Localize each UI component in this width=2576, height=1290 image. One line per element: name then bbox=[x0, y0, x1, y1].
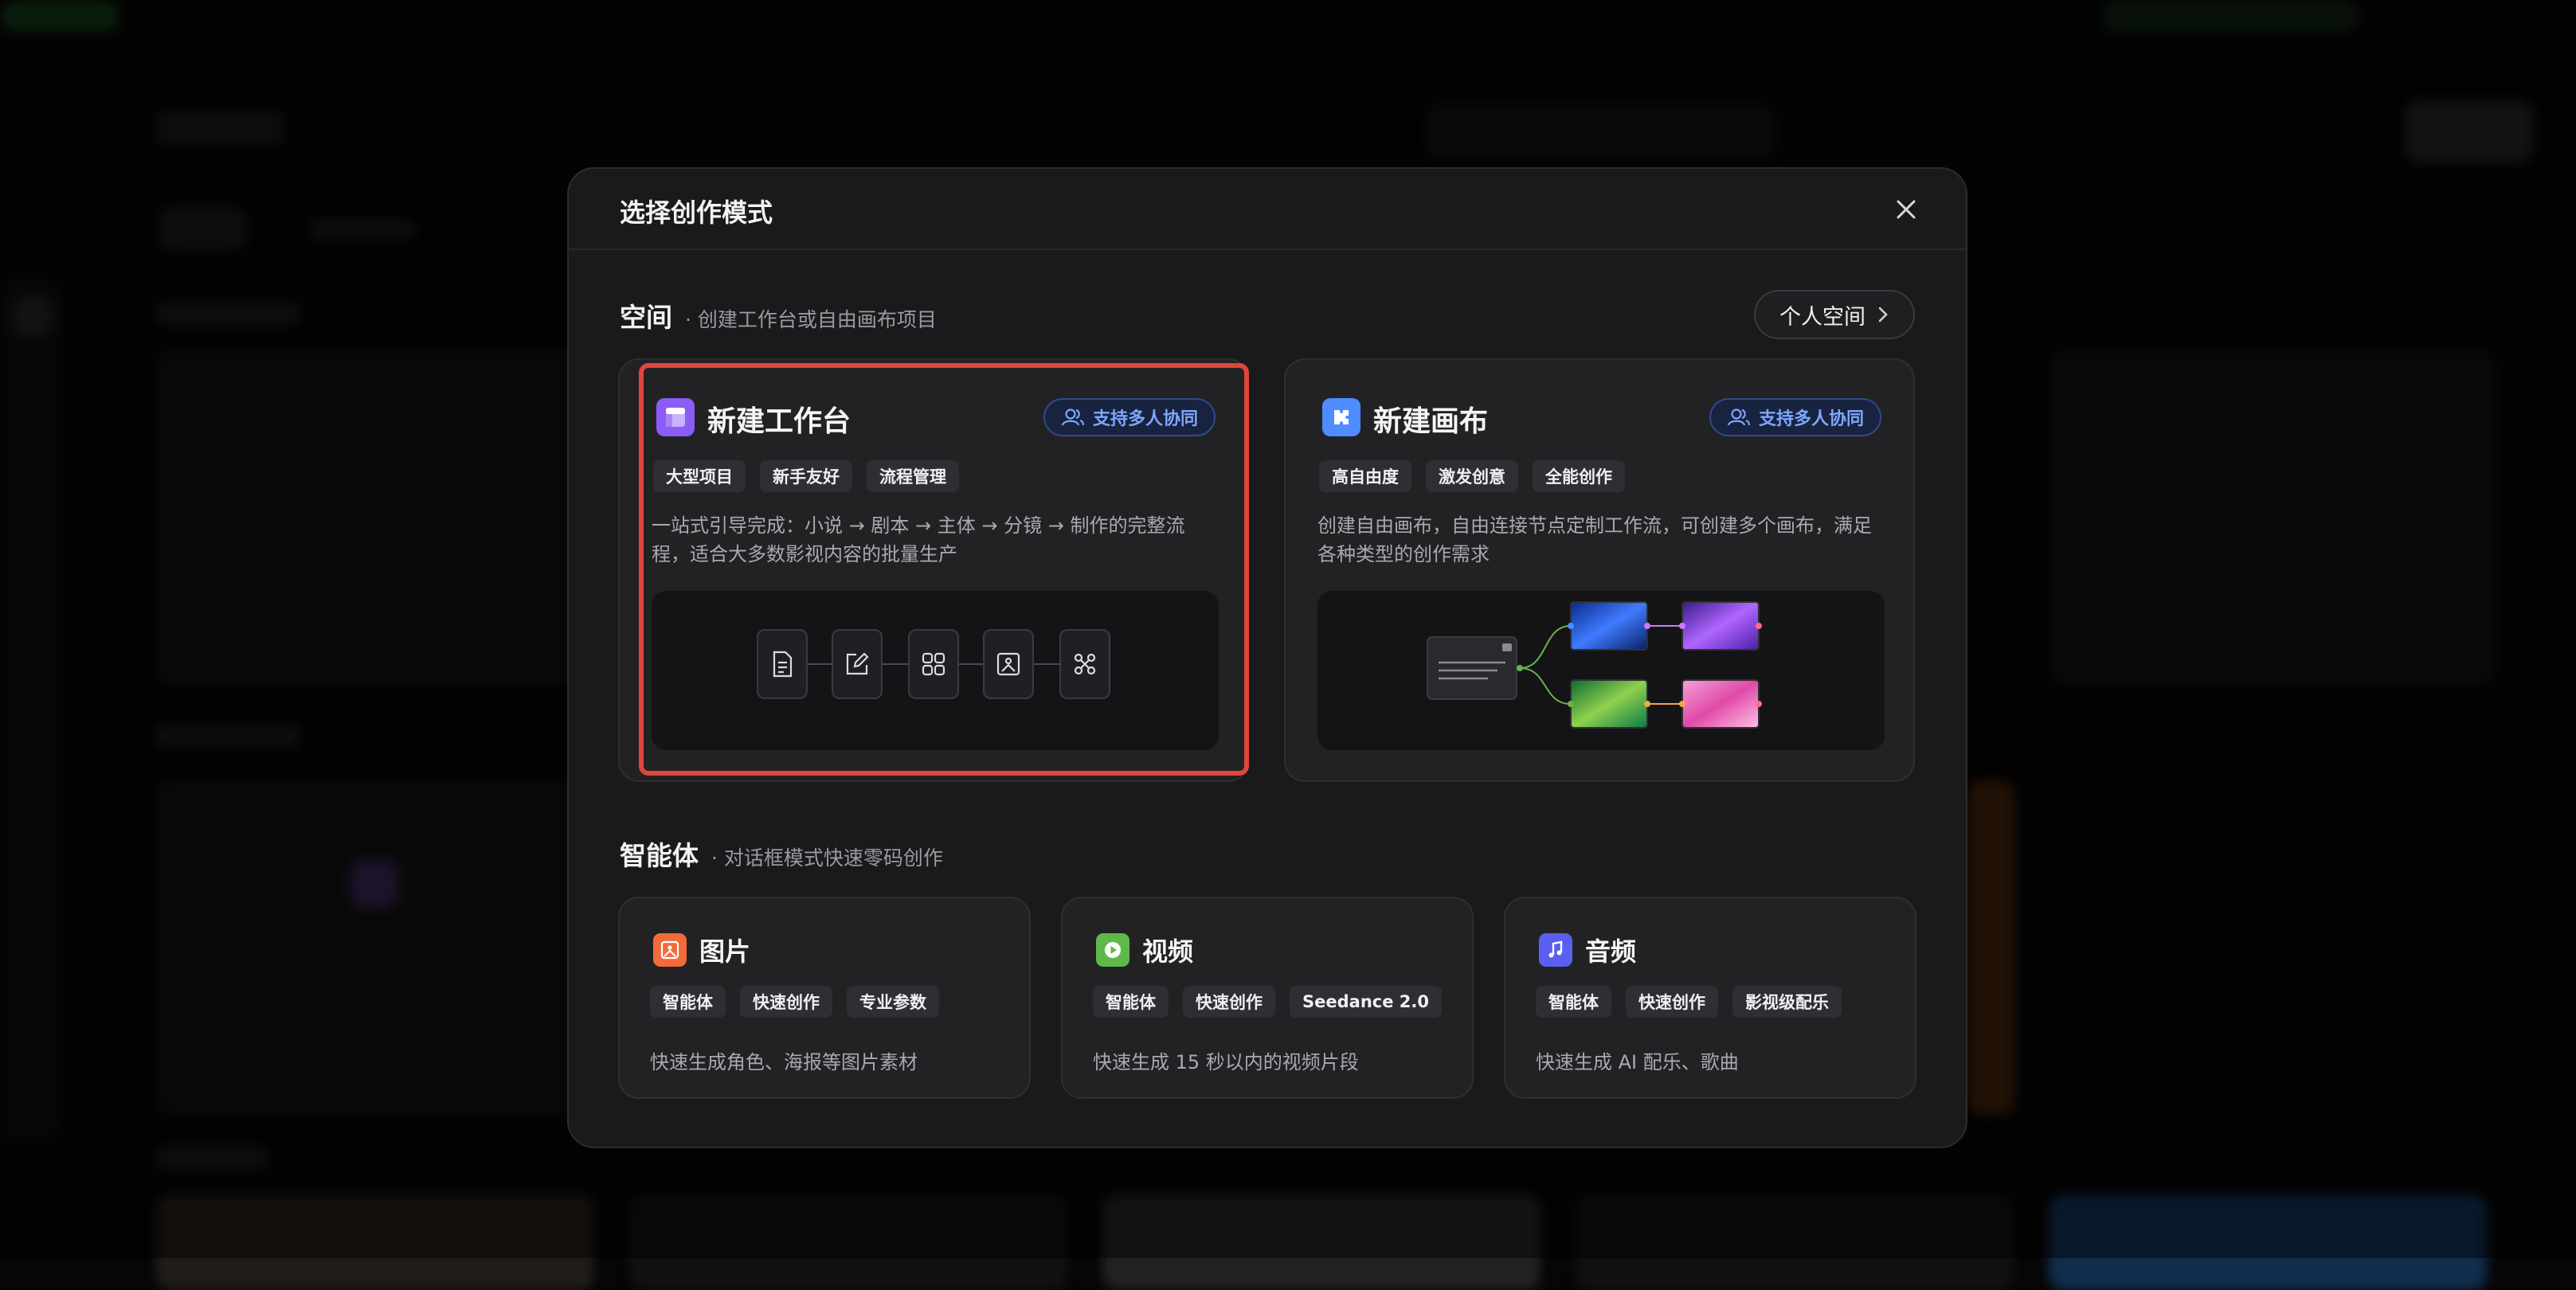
agent-card-tags: 智能体 快速创作 Seedance 2.0 bbox=[1093, 986, 1442, 1018]
agent-card-description: 快速生成 15 秒以内的视频片段 bbox=[1093, 1046, 1359, 1074]
collab-badge-label: 支持多人协同 bbox=[1759, 405, 1864, 430]
document-icon bbox=[770, 651, 794, 678]
tag: 影视级配乐 bbox=[1732, 986, 1842, 1018]
agent-card-description: 快速生成 AI 配乐、歌曲 bbox=[1536, 1046, 1739, 1074]
workbench-icon bbox=[656, 398, 695, 436]
agent-card-title: 音频 bbox=[1585, 932, 1636, 968]
grid-icon bbox=[921, 651, 946, 677]
space-title: 空间 bbox=[620, 296, 672, 334]
tag: 快速创作 bbox=[1183, 986, 1275, 1018]
tag: 全能创作 bbox=[1533, 460, 1625, 492]
new-workbench-card[interactable]: 新建工作台 支持多人协同 大型项目 新手友好 流程管理 一站式引导完成：小说 →… bbox=[618, 358, 1249, 782]
agent-card-title: 视频 bbox=[1142, 932, 1193, 968]
agent-card-tags: 智能体 快速创作 影视级配乐 bbox=[1536, 986, 1842, 1018]
tag: 智能体 bbox=[650, 986, 726, 1018]
node-graph-illustration bbox=[1317, 591, 1885, 750]
canvas-title: 新建画布 bbox=[1373, 398, 1488, 440]
dialog-title: 选择创作模式 bbox=[620, 193, 773, 229]
flow-node-production bbox=[1059, 629, 1110, 699]
users-icon bbox=[1727, 408, 1751, 427]
flow-node-novel bbox=[757, 629, 808, 699]
canvas-desc-line: 创建自由画布，自由连接节点定制工作流，可创建多个画布，满足 bbox=[1317, 511, 1872, 540]
tag: 智能体 bbox=[1093, 986, 1169, 1018]
canvas-description: 创建自由画布，自由连接节点定制工作流，可创建多个画布，满足 各种类型的创作需求 bbox=[1317, 511, 1872, 569]
workbench-desc-line: 程，适合大多数影视内容的批量生产 bbox=[652, 540, 1184, 569]
tag: 智能体 bbox=[1536, 986, 1611, 1018]
chevron-right-icon bbox=[1877, 306, 1889, 323]
space-section-header: 空间 · 创建工作台或自由画布项目 bbox=[620, 296, 937, 334]
tag: 新手友好 bbox=[760, 460, 852, 492]
flow-node-subject bbox=[908, 629, 959, 699]
agent-card-audio[interactable]: 音频 智能体 快速创作 影视级配乐 快速生成 AI 配乐、歌曲 bbox=[1504, 897, 1916, 1099]
music-note-icon bbox=[1539, 933, 1572, 967]
personal-space-label: 个人空间 bbox=[1779, 299, 1865, 330]
agent-card-description: 快速生成角色、海报等图片素材 bbox=[650, 1046, 918, 1074]
agents-title: 智能体 bbox=[620, 835, 699, 873]
agents-section-header: 智能体 · 对话框模式快速零码创作 bbox=[620, 835, 943, 873]
canvas-preview bbox=[1317, 591, 1885, 750]
play-icon bbox=[1096, 933, 1129, 967]
canvas-tags: 高自由度 激发创意 全能创作 bbox=[1319, 460, 1625, 492]
workbench-tags: 大型项目 新手友好 流程管理 bbox=[653, 460, 959, 492]
agents-subtitle: · 对话框模式快速零码创作 bbox=[711, 842, 943, 871]
collab-badge: 支持多人协同 bbox=[1709, 398, 1881, 436]
image-agent-icon bbox=[653, 933, 687, 967]
close-button[interactable] bbox=[1889, 193, 1923, 226]
edit-icon bbox=[844, 651, 870, 677]
flow-node-script bbox=[832, 629, 883, 699]
tag: 激发创意 bbox=[1426, 460, 1518, 492]
tag: 流程管理 bbox=[867, 460, 959, 492]
workbench-description: 一站式引导完成：小说 → 剧本 → 主体 → 分镜 → 制作的完整流 程，适合大… bbox=[652, 511, 1184, 569]
tag: 快速创作 bbox=[1626, 986, 1718, 1018]
workbench-desc-line: 一站式引导完成：小说 → 剧本 → 主体 → 分镜 → 制作的完整流 bbox=[652, 511, 1184, 540]
new-canvas-card[interactable]: 新建画布 支持多人协同 高自由度 激发创意 全能创作 创建自由画布，自由连接节点… bbox=[1284, 358, 1915, 782]
personal-space-button[interactable]: 个人空间 bbox=[1754, 290, 1915, 339]
canvas-desc-line: 各种类型的创作需求 bbox=[1317, 540, 1872, 569]
collab-badge: 支持多人协同 bbox=[1043, 398, 1216, 436]
agent-card-video[interactable]: 视频 智能体 快速创作 Seedance 2.0 快速生成 15 秒以内的视频片… bbox=[1061, 897, 1474, 1099]
agent-card-image[interactable]: 图片 智能体 快速创作 专业参数 快速生成角色、海报等图片素材 bbox=[618, 897, 1031, 1099]
agent-card-tags: 智能体 快速创作 专业参数 bbox=[650, 986, 939, 1018]
tag: 大型项目 bbox=[653, 460, 746, 492]
image-icon bbox=[996, 651, 1021, 677]
close-icon bbox=[1895, 198, 1917, 221]
tag: 快速创作 bbox=[740, 986, 832, 1018]
workbench-title: 新建工作台 bbox=[707, 398, 851, 440]
tag: Seedance 2.0 bbox=[1290, 986, 1442, 1018]
workflow-preview bbox=[652, 591, 1219, 750]
agent-card-title: 图片 bbox=[699, 932, 750, 968]
tag: 专业参数 bbox=[847, 986, 939, 1018]
flow-node-storyboard bbox=[983, 629, 1034, 699]
collab-badge-label: 支持多人协同 bbox=[1093, 405, 1198, 430]
dialog-header: 选择创作模式 bbox=[569, 169, 1966, 250]
users-icon bbox=[1061, 408, 1085, 427]
tag: 高自由度 bbox=[1319, 460, 1411, 492]
space-subtitle: · 创建工作台或自由画布项目 bbox=[685, 304, 937, 333]
create-mode-dialog: 选择创作模式 空间 · 创建工作台或自由画布项目 个人空间 新建工作台 bbox=[567, 167, 1967, 1148]
canvas-icon bbox=[1322, 398, 1360, 436]
cut-icon bbox=[1072, 651, 1098, 677]
